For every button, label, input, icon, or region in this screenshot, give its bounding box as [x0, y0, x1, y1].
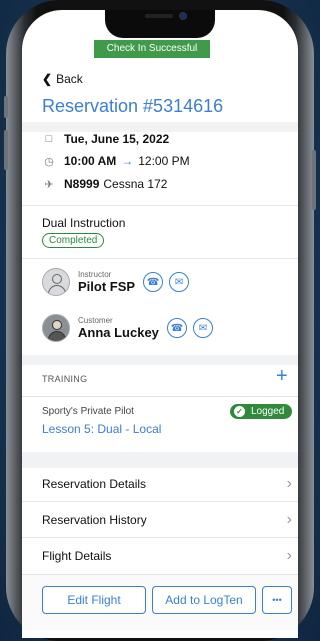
chevron-right-icon: ›	[286, 547, 292, 564]
section-divider	[22, 122, 298, 132]
arrow-right-icon: →	[121, 154, 134, 168]
avatar	[42, 268, 70, 296]
chat-icon[interactable]: ✉	[169, 272, 190, 292]
avatar	[42, 314, 70, 342]
divider	[22, 501, 298, 502]
check-icon: ✓	[234, 406, 245, 417]
phone-side-button	[4, 130, 8, 170]
instructor-name: Pilot FSP	[78, 279, 136, 294]
speaker	[145, 14, 173, 18]
reservation-details-row[interactable]: Reservation Details ›	[42, 475, 292, 493]
end-time: 12:00 PM	[138, 154, 190, 168]
customer-name: Anna Luckey	[78, 325, 159, 340]
course-name: Sporty's Private Pilot	[42, 406, 134, 417]
phone-notch	[105, 10, 215, 38]
camera	[179, 12, 187, 20]
logged-badge: ✓ Logged	[230, 404, 292, 419]
phone-icon[interactable]: ☎	[143, 272, 164, 292]
clock-icon: ◷	[44, 155, 54, 168]
phone-side-button	[312, 150, 316, 210]
section-divider	[22, 452, 298, 468]
start-time: 10:00 AM	[64, 154, 117, 168]
reservation-history-row[interactable]: Reservation History ›	[42, 511, 292, 529]
training-section-label: TRAINING	[42, 374, 88, 384]
page-title: Reservation #5314616	[42, 96, 224, 116]
plane-icon: ✈	[44, 178, 54, 191]
aircraft-model: Cessna 172	[103, 177, 168, 191]
lesson-link[interactable]: Lesson 5: Dual - Local	[42, 422, 161, 436]
reservation-date: Tue, June 15, 2022	[64, 132, 170, 146]
chevron-right-icon: ›	[286, 475, 292, 492]
back-label: Back	[56, 72, 83, 86]
customer-row: Customer Anna Luckey ☎ ✉	[42, 314, 213, 342]
flight-details-label: Flight Details	[42, 549, 112, 563]
app-content: ❮ Back Reservation #5314616 □ Tue, June …	[22, 10, 298, 638]
reservation-history-label: Reservation History	[42, 513, 147, 527]
divider	[22, 258, 298, 259]
logged-label: Logged	[251, 406, 285, 417]
add-training-button[interactable]: +	[276, 366, 288, 386]
chevron-left-icon: ❮	[42, 72, 53, 86]
divider	[22, 205, 298, 206]
chevron-right-icon: ›	[286, 511, 292, 528]
phone-icon[interactable]: ☎	[166, 318, 187, 338]
divider	[22, 396, 298, 397]
divider	[22, 537, 298, 538]
aircraft-row: ✈ N8999 Cessna 172	[42, 177, 167, 191]
instructor-role: Instructor	[78, 270, 112, 279]
status-badge: Completed	[42, 233, 105, 248]
flight-details-row[interactable]: Flight Details ›	[42, 547, 292, 565]
phone-side-button	[4, 96, 8, 118]
calendar-icon: □	[45, 133, 53, 145]
instructor-row: Instructor Pilot FSP ☎ ✉	[42, 268, 190, 296]
add-to-logten-button[interactable]: Add to LogTen	[152, 586, 256, 614]
tail-number: N8999	[64, 177, 100, 191]
reservation-type: Dual Instruction	[42, 216, 125, 230]
toast-message: Check In Successful	[94, 40, 210, 58]
more-options-button[interactable]: •••	[262, 586, 292, 614]
chat-icon[interactable]: ✉	[192, 318, 213, 338]
time-row: ◷ 10:00 AM → 12:00 PM	[42, 154, 190, 168]
customer-role: Customer	[78, 316, 113, 325]
date-row: □ Tue, June 15, 2022	[42, 132, 170, 146]
reservation-details-label: Reservation Details	[42, 477, 147, 491]
edit-flight-button[interactable]: Edit Flight	[42, 586, 146, 614]
section-divider	[22, 355, 298, 365]
reservation-type-label: Dual Instruction	[42, 216, 126, 230]
back-button[interactable]: ❮ Back	[42, 72, 83, 86]
